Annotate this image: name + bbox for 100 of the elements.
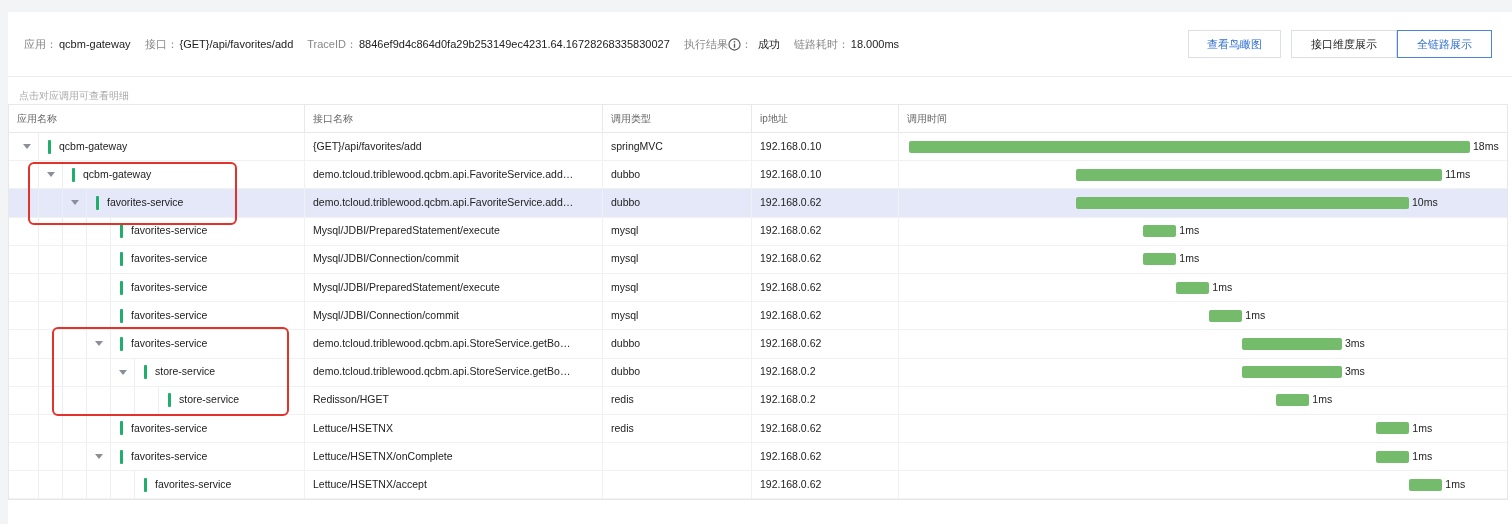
trace-row[interactable]: store-service demo.tcloud.triblewood.qcbm.api.StoreService.getBo… dubbo 192.168.0.2 3ms [9,358,1507,387]
field-value: 成功 [757,36,780,52]
service-marker [120,252,123,267]
ip-address: 192.168.0.62 [760,336,822,352]
field-value: 18.000ms [850,36,900,52]
call-type: redis [611,420,634,436]
service-marker [96,195,99,210]
caret-icon[interactable] [118,369,127,375]
view-tab[interactable]: 全链路展示 [1397,30,1492,58]
call-type: dubbo [611,364,641,380]
trace-row[interactable]: favorites-service Mysql/JDBI/Connection/commit mysql 192.168.0.62 1ms [9,302,1507,331]
call-type: mysql [611,307,639,323]
ip-address: 192.168.0.62 [760,195,822,211]
call-type: mysql [611,279,639,295]
duration-bar [1376,450,1410,463]
colon: ： [740,36,752,52]
field-label: 链路耗时： [793,36,849,52]
app-name: favorites-service [131,307,208,323]
interface-name: demo.tcloud.triblewood.qcbm.api.StoreService.getBo… [313,364,571,380]
ip-address: 192.168.0.10 [760,138,822,154]
caret-icon[interactable] [46,172,55,178]
call-type: redis [611,392,634,408]
duration-label: 1ms [1179,223,1200,239]
trace-row[interactable]: favorites-service Mysql/JDBI/PreparedStatement/execute mysql 192.168.0.62 1ms [9,273,1507,303]
duration-bar [1209,309,1243,322]
view-tab[interactable]: 接口维度展示 [1291,30,1397,58]
call-type: dubbo [611,195,641,211]
ip-address: 192.168.0.62 [760,223,822,239]
app-name: qcbm-gateway [59,138,128,154]
caret-icon[interactable] [22,144,31,150]
duration-label: 1ms [1412,420,1433,436]
trace-row[interactable]: favorites-service Mysql/JDBI/Connection/commit mysql 192.168.0.62 1ms [9,245,1507,274]
trace-row[interactable]: favorites-service Lettuce/HSETNX/onComplete 192.168.0.62 1ms [9,443,1507,472]
duration-label: 3ms [1344,336,1365,352]
trace-row[interactable]: favorites-service demo.tcloud.triblewood.qcbm.api.FavoriteService.add… dubbo 192.168.0.62 10ms [9,189,1507,218]
interface-name: {GET}/api/favorites/add [313,138,422,154]
duration-bar [1409,478,1443,491]
call-type: mysql [611,223,639,239]
app-name: favorites-service [155,476,232,492]
app-name: favorites-service [107,195,184,211]
service-marker [168,393,171,408]
trace-row[interactable]: favorites-service Lettuce/HSETNX redis 192.168.0.62 1ms [9,414,1507,444]
field-label: TraceID： [307,36,357,52]
trace-row[interactable]: store-service Redisson/HGET redis 192.168.0.2 1ms [9,386,1507,415]
ip-address: 192.168.0.2 [760,392,816,408]
app-name: qcbm-gateway [83,166,152,182]
column-header: ip地址 [760,112,788,126]
field-value: 8846ef9d4c864d0fa29b253149ec4231.64.16728268335830027 [359,36,670,52]
app-name: favorites-service [131,420,208,436]
caret-icon[interactable] [70,200,79,206]
overview-button[interactable]: 查看鸟瞰图 [1188,30,1281,58]
duration-bar [1143,253,1177,266]
service-marker [120,449,123,464]
call-type: dubbo [611,336,641,352]
field-label: 应用： [24,36,57,52]
info-icon[interactable] [727,37,741,51]
service-marker [144,477,147,492]
ip-address: 192.168.0.62 [760,420,822,436]
trace-row[interactable]: qcbm-gateway demo.tcloud.triblewood.qcbm.api.FavoriteService.add… dubbo 192.168.0.10 11ms [9,161,1507,190]
ip-address: 192.168.0.10 [760,166,822,182]
call-type: dubbo [611,166,641,182]
duration-label: 3ms [1344,364,1365,380]
service-marker [120,421,123,436]
interface-name: Lettuce/HSETNX [313,420,393,436]
ip-address: 192.168.0.62 [760,476,822,492]
duration-label: 1ms [1179,251,1200,267]
column-header: 接口名称 [313,112,353,126]
trace-row[interactable]: favorites-service demo.tcloud.triblewood.qcbm.api.StoreService.getBo… dubbo 192.168.0.62 3ms [9,330,1507,359]
interface-name: demo.tcloud.triblewood.qcbm.api.StoreService.getBo… [313,336,571,352]
trace-row[interactable]: favorites-service Lettuce/HSETNX/accept 192.168.0.62 1ms [9,471,1507,500]
service-marker [120,308,123,323]
caret-icon[interactable] [94,454,103,460]
ip-address: 192.168.0.62 [760,307,822,323]
duration-bar [1376,422,1410,435]
column-header: 调用类型 [611,112,651,126]
duration-label: 10ms [1412,195,1438,211]
trace-row[interactable]: qcbm-gateway {GET}/api/favorites/add springMVC 192.168.0.10 18ms [9,133,1507,162]
app-name: favorites-service [131,223,208,239]
duration-bar [1143,225,1177,238]
duration-label: 1ms [1412,448,1433,464]
duration-label: 18ms [1473,138,1499,154]
service-marker [120,280,123,295]
interface-name: demo.tcloud.triblewood.qcbm.api.FavoriteService.add… [313,166,574,182]
hint-text: 点击对应调用可查看明细 [18,89,130,103]
interface-name: Redisson/HGET [313,392,389,408]
field-value: {GET}/api/favorites/add [179,36,294,52]
app-name: favorites-service [131,251,208,267]
duration-label: 11ms [1445,166,1471,182]
duration-label: 1ms [1445,476,1466,492]
column-header: 调用时间 [907,112,947,126]
ip-address: 192.168.0.62 [760,448,822,464]
trace-row[interactable]: favorites-service Mysql/JDBI/PreparedStatement/execute mysql 192.168.0.62 1ms [9,217,1507,246]
app-name: favorites-service [131,336,208,352]
app-name: store-service [155,364,216,380]
interface-name: Mysql/JDBI/Connection/commit [313,251,459,267]
interface-name: Lettuce/HSETNX/onComplete [313,448,453,464]
service-marker [144,365,147,380]
duration-label: 1ms [1245,307,1266,323]
interface-name: Mysql/JDBI/Connection/commit [313,307,459,323]
caret-icon[interactable] [94,341,103,347]
